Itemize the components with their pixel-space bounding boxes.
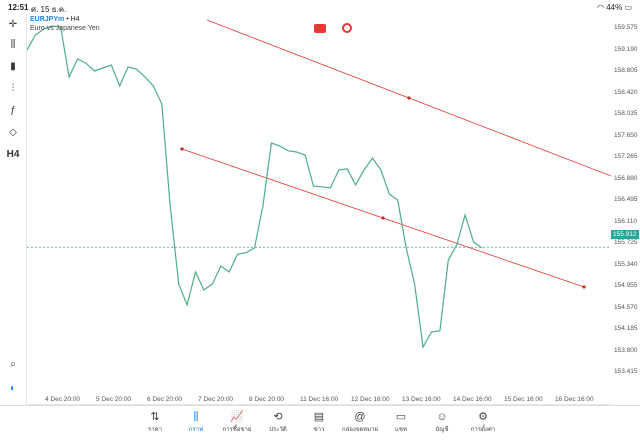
timeframe-button[interactable]: H4	[5, 146, 21, 162]
tab-label: บัญชี	[435, 427, 449, 433]
tab-2[interactable]: 📈 การซื้อขาย	[217, 410, 257, 434]
price-tick: 158.035	[614, 110, 638, 117]
chart-svg	[26, 19, 612, 349]
price-tick: 157.650	[614, 131, 638, 139]
channel-anchor-point[interactable]	[180, 147, 184, 151]
price-tick: 154.185	[614, 325, 638, 332]
price-tick: 159.575	[614, 24, 638, 31]
time-tick: 15 Dec 16:00	[504, 396, 543, 403]
tab-4[interactable]: ▤ ข่าว	[299, 410, 339, 434]
shapes-icon[interactable]: ◇	[5, 124, 21, 140]
channel-anchor-point[interactable]	[381, 216, 385, 220]
sync-icon[interactable]	[342, 23, 353, 33]
price-tick: 157.265	[614, 153, 638, 160]
tab-6[interactable]: ▭ แชท	[381, 410, 421, 434]
time-tick: 5 Dec 20:00	[96, 396, 132, 403]
candlestick-icon[interactable]: ⫼	[5, 36, 21, 52]
price-tick: 153.800	[614, 346, 638, 354]
price-tick: 155.340	[614, 260, 638, 268]
price-tick: 159.190	[614, 45, 638, 53]
channel-lines[interactable]	[180, 19, 612, 289]
tab-icon: 📈	[230, 411, 244, 423]
price-tick: 158.420	[614, 88, 638, 96]
price-tick: 156.495	[614, 196, 638, 203]
time-tick: 8 Dec 20:00	[249, 396, 285, 403]
price-tick: 154.570	[614, 303, 638, 311]
tab-label: การซื้อขาย	[222, 427, 252, 433]
tab-0[interactable]: ⇅ ราคา	[135, 410, 175, 434]
price-axis: 159.575 159.190 158.805 158.420 158.035 157.6…	[611, 14, 640, 404]
tab-icon: ▭	[395, 411, 407, 423]
status-time: 12:51	[8, 3, 29, 12]
price-tick: 153.415	[614, 368, 638, 375]
tab-label: ราคา	[148, 427, 162, 433]
zoom-icon[interactable]: ⌕	[5, 356, 21, 372]
battery-icon: ▭	[624, 3, 632, 12]
chart-top-buttons	[314, 20, 353, 38]
tab-label: การตั้งค่า	[470, 427, 496, 433]
symbol-label: EURJPYm • H4	[30, 16, 80, 23]
tab-icon: ⫼	[193, 411, 199, 423]
time-tick: 12 Dec 16:00	[351, 396, 390, 403]
price-tick: 154.955	[614, 282, 638, 289]
time-axis: 4 Dec 20:00 5 Dec 20:00 6 Dec 20:00 7 Dec 2…	[26, 395, 610, 405]
tab-5[interactable]: @ กล่องจดหมาย	[340, 410, 380, 434]
tab-label: กราฟ	[188, 427, 204, 433]
channel-anchor-point[interactable]	[407, 96, 411, 100]
app-logo-icon[interactable]: ◐	[5, 380, 21, 396]
tab-label: ประวัติ	[269, 427, 287, 433]
time-tick: 7 Dec 20:00	[198, 396, 234, 403]
tab-icon: ⇅	[150, 411, 160, 423]
channel-anchor-point[interactable]	[582, 285, 586, 289]
time-tick: 16 Dec 16:00	[555, 396, 594, 403]
status-bar: 12:51 ศ. 15 ธ.ค. ◠ 44% ▭	[0, 0, 640, 14]
chart-area[interactable]	[26, 14, 612, 405]
battery-text: 44%	[606, 3, 623, 12]
function-icon[interactable]: ƒ	[5, 102, 21, 118]
tab-1[interactable]: ⫼ กราฟ	[176, 410, 216, 434]
price-tick: 155.725	[614, 239, 638, 246]
wifi-icon: ◠	[596, 3, 604, 12]
symbol-timeframe: • H4	[66, 16, 80, 23]
price-series-line	[26, 25, 483, 349]
tab-icon: @	[354, 411, 366, 423]
current-price-label: 155.912	[611, 230, 639, 239]
tab-icon: ⟲	[273, 411, 283, 423]
time-tick: 14 Dec 16:00	[453, 396, 492, 403]
tab-label: แชท	[395, 427, 407, 433]
symbol-name: EURJPYm	[30, 16, 65, 23]
tab-label: ข่าว	[313, 427, 325, 433]
price-tick: 156.880	[614, 174, 638, 182]
tab-icon: ☺	[436, 411, 448, 423]
time-tick: 4 Dec 20:00	[45, 396, 81, 403]
tab-8[interactable]: ⚙ การตั้งค่า	[463, 410, 503, 434]
tab-icon: ▤	[313, 411, 325, 423]
left-toolbar: ✛ ⫼ ▮ ⫶ ƒ ◇ H4 ⌕ ◐	[0, 14, 26, 404]
tab-icon: ⚙	[478, 411, 488, 423]
indicator-icon[interactable]: ⫶	[5, 80, 21, 96]
symbol-description: Euro vs Japanese Yen	[30, 25, 100, 32]
time-tick: 13 Dec 16:00	[402, 396, 441, 403]
time-tick: 6 Dec 20:00	[147, 396, 183, 403]
bottom-tab-bar: ⇅ ราคา ⫼ กราฟ 📈 การซื้อขาย ⟲ ประวัติ ▤ ข่าว @ กล่อง…	[0, 405, 640, 448]
tab-label: กล่องจดหมาย	[341, 427, 379, 433]
status-right: ◠ 44% ▭	[597, 3, 632, 12]
price-tick: 156.110	[614, 217, 638, 225]
time-tick: 11 Dec 16:00	[300, 396, 339, 403]
one-click-trade-icon[interactable]	[314, 24, 326, 33]
price-tick: 158.805	[614, 67, 638, 74]
tab-3[interactable]: ⟲ ประวัติ	[258, 410, 298, 434]
bar-chart-icon[interactable]: ▮	[5, 58, 21, 74]
crosshair-icon[interactable]: ✛	[5, 16, 21, 32]
tab-7[interactable]: ☺ บัญชี	[422, 410, 462, 434]
